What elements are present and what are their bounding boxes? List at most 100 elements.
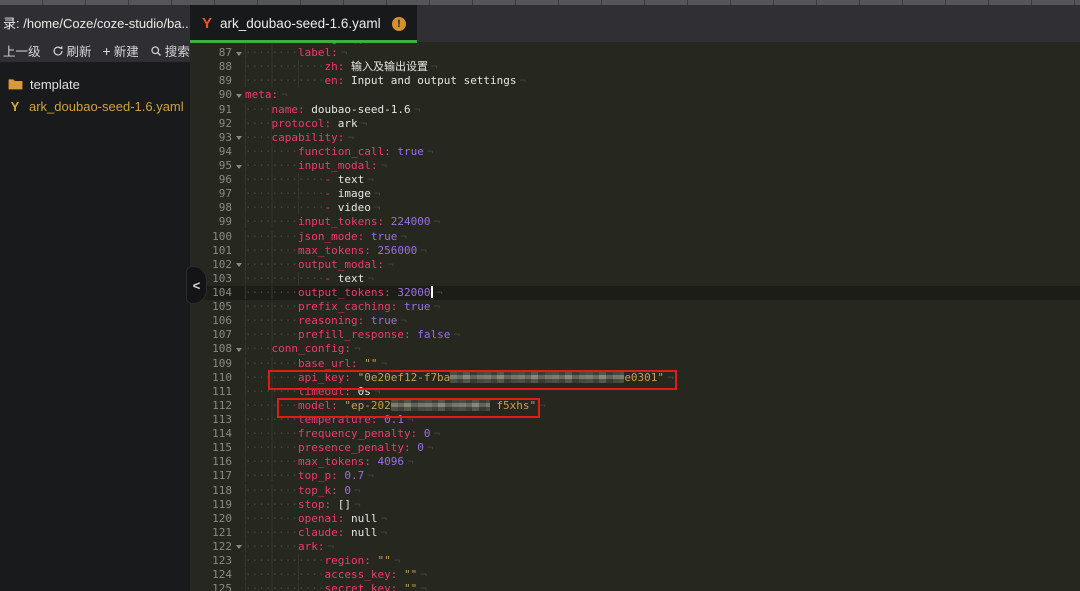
line-number: 98 [218, 201, 232, 215]
code-line[interactable]: 106 ········reasoning: true ¬ [190, 314, 1080, 328]
token: stop: [297, 497, 332, 511]
line-number: 94 [218, 144, 232, 158]
token: 0 [337, 483, 351, 497]
code-line[interactable]: 115 ········presence_penalty: 0 ¬ [190, 441, 1080, 455]
tree-item-template-folder[interactable]: template [0, 73, 190, 95]
indent-whitespace: ············ [245, 271, 325, 285]
code-line[interactable]: 120 ········openai: null ¬ [190, 511, 1080, 526]
code-line[interactable]: 123 ············region: "" ¬ [190, 554, 1080, 568]
code-line[interactable]: 119 ········stop: [] ¬ [190, 497, 1080, 512]
code-line[interactable]: 93 ····capability: ¬ [190, 130, 1080, 145]
code-line[interactable]: 99 ········input_tokens: 224000 ¬ [190, 215, 1080, 229]
code-line[interactable]: 122 ········ark: ¬ [190, 539, 1080, 554]
token: input_tokens: [297, 215, 385, 229]
token: zh: [324, 60, 345, 74]
indent-whitespace: ········ [245, 455, 298, 469]
code-line[interactable]: 94 ········function_call: true ¬ [190, 144, 1080, 159]
token: conn_config: [271, 342, 351, 356]
code-line[interactable]: 114 ········frequency_penalty: 0 ¬ [190, 427, 1080, 441]
code-line[interactable]: 108 ····conn_config: ¬ [190, 342, 1080, 356]
fold-arrow-icon[interactable] [232, 342, 245, 356]
code-line[interactable]: 97 ············- image ¬ [190, 187, 1080, 201]
token: 32000 [390, 285, 431, 299]
indent-whitespace: ············ [245, 173, 325, 187]
code-line[interactable]: 88 ············zh: 输入及输出设置 ¬ [190, 60, 1080, 74]
code-text: ········presence_penalty: 0 ¬ [245, 441, 1080, 455]
token: 输入及输出设置 [344, 60, 428, 74]
token: label: [297, 46, 338, 60]
fold-gutter [232, 484, 245, 498]
fold-gutter [232, 512, 245, 526]
code-text: ········input_modal: ¬ [245, 158, 1080, 173]
code-line[interactable]: 117 ········top_p: 0.7 ¬ [190, 469, 1080, 483]
indent-whitespace: ········ [245, 511, 298, 525]
indent-whitespace: ········ [245, 229, 298, 243]
eol-mark: ¬ [519, 74, 527, 88]
eol-mark: ¬ [539, 398, 546, 412]
refresh-button[interactable]: 刷新 [52, 41, 92, 60]
fold-gutter [232, 286, 245, 300]
code-line[interactable]: 118 ········top_k: 0 ¬ [190, 483, 1080, 498]
search-button[interactable]: 搜索 [150, 41, 190, 60]
tree-item-label: ark_doubao-seed-1.6.yaml [29, 98, 184, 114]
token: null [344, 525, 378, 539]
code-line[interactable]: 95 ········input_modal: ¬ [190, 158, 1080, 173]
up-level-label: 上一级 [3, 45, 41, 59]
code-line[interactable]: 89 ············en: Input and output setti… [190, 74, 1080, 88]
eol-mark: ¬ [433, 427, 441, 441]
code-line[interactable]: 124 ············access_key: "" ¬ [190, 568, 1080, 582]
fold-arrow-icon[interactable] [232, 540, 245, 554]
tree-item-label: template [30, 76, 80, 92]
fold-gutter [232, 371, 245, 385]
code-line[interactable]: 87 ········label: ¬ [190, 46, 1080, 60]
code-text: ········claude: null ¬ [245, 525, 1080, 540]
fold-arrow-icon[interactable] [232, 131, 245, 145]
code-text: ············- image ¬ [245, 187, 1080, 201]
line-number: 118 [212, 483, 232, 497]
new-button[interactable]: + 新建 [103, 41, 139, 60]
redaction-box-model [277, 398, 540, 418]
indent-whitespace: ········ [245, 441, 298, 455]
tab-yaml-file[interactable]: Y ark_doubao-seed-1.6.yaml ! [190, 5, 417, 42]
indent-whitespace: ········ [245, 215, 298, 229]
code-line[interactable]: 105 ········prefix_caching: true ¬ [190, 300, 1080, 314]
line-number: 99 [218, 215, 232, 229]
code-line[interactable]: 92 ····protocol: ark ¬ [190, 116, 1080, 131]
code-line[interactable]: 125 ············secret_key: "" ¬ [190, 582, 1080, 591]
code-line[interactable]: 121 ········claude: null ¬ [190, 525, 1080, 540]
code-line[interactable]: 109 ········base_url: "" ¬ [190, 356, 1080, 371]
indent-whitespace: ········ [245, 46, 298, 60]
code-line[interactable]: 98 ············- video ¬ [190, 201, 1080, 215]
line-number: 107 [212, 328, 232, 342]
indent-whitespace: ········ [245, 525, 298, 539]
tree-item-yaml-file[interactable]: Y ark_doubao-seed-1.6.yaml [0, 95, 190, 117]
code-line[interactable]: 100 ········json_mode: true ¬ [190, 229, 1080, 244]
code-line[interactable]: 102 ········output_modal: ¬ [190, 257, 1080, 272]
fold-gutter [232, 173, 245, 187]
code-line[interactable]: 91 ····name: doubao-seed-1.6 ¬ [190, 102, 1080, 117]
eol-mark: ¬ [433, 300, 441, 314]
fold-arrow-icon[interactable] [232, 88, 245, 102]
code-line[interactable]: 96 ············- text ¬ [190, 173, 1080, 187]
code-line[interactable]: 116 ········max_tokens: 4096 ¬ [190, 455, 1080, 469]
fold-gutter [232, 201, 245, 215]
fold-arrow-icon[interactable] [232, 258, 245, 272]
fold-gutter [232, 145, 245, 159]
up-level-button[interactable]: 上一级 [3, 41, 41, 60]
code-line[interactable]: 101 ········max_tokens: 256000 ¬ [190, 243, 1080, 258]
code-text: ········base_url: "" ¬ [245, 356, 1080, 371]
code-line[interactable]: 103 ············- text ¬ [190, 271, 1080, 286]
token: max_tokens: [297, 455, 371, 469]
code-line[interactable]: 90 meta: ¬ [190, 88, 1080, 102]
token: ark [331, 116, 358, 130]
code-line[interactable]: 107 ········prefill_response: false ¬ [190, 328, 1080, 342]
fold-arrow-icon[interactable] [232, 46, 245, 60]
fold-arrow-icon[interactable] [232, 159, 245, 173]
token: "" [370, 554, 391, 568]
line-number: 108 [212, 342, 232, 356]
code-line[interactable]: 104 ········output_tokens: 32000 ¬ [190, 285, 1080, 301]
sidebar-collapse-handle[interactable]: < [186, 266, 207, 304]
eol-mark: ¬ [426, 144, 434, 158]
fold-gutter [232, 498, 245, 512]
code-text: ········label: ¬ [245, 46, 1080, 60]
